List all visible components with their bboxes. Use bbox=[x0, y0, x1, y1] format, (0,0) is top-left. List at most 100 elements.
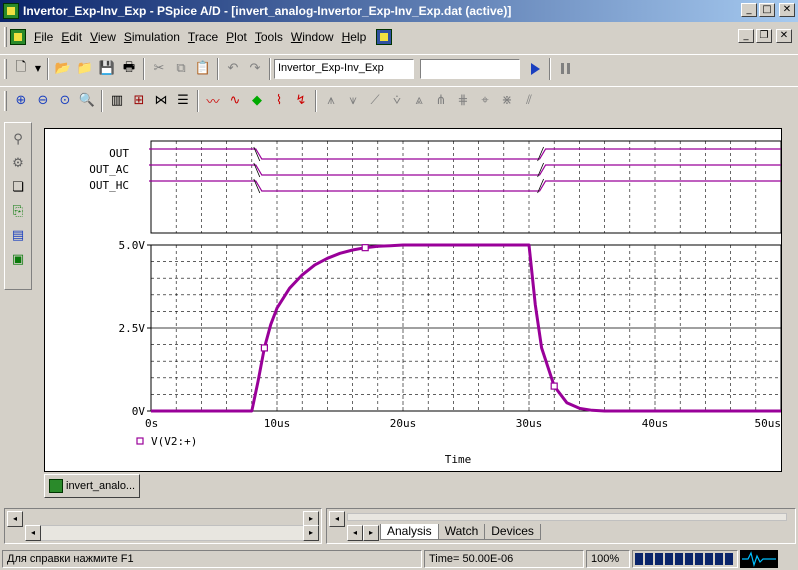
copy-icon[interactable]: ⧉ bbox=[170, 58, 192, 80]
separator bbox=[101, 89, 103, 112]
add-trace-icon[interactable]: 〰 bbox=[202, 90, 224, 112]
menu-grip[interactable] bbox=[4, 27, 7, 47]
separator bbox=[217, 57, 219, 80]
tab-devices[interactable]: Devices bbox=[484, 524, 541, 540]
cursor-max-icon[interactable]: ⩓ bbox=[408, 90, 430, 112]
mdi-minimize-button[interactable]: _ bbox=[738, 29, 754, 43]
pin-icon[interactable]: ⚲ bbox=[8, 129, 28, 149]
print-icon[interactable]: 🖶 bbox=[118, 58, 140, 80]
performance-analysis-icon[interactable]: ⋈ bbox=[150, 90, 172, 112]
redo-icon[interactable]: ↷ bbox=[244, 58, 266, 80]
tab-scroll-next-icon[interactable]: ▸ bbox=[363, 525, 379, 541]
oscilloscope-icon bbox=[740, 550, 778, 568]
view-waveform-icon[interactable]: ▣ bbox=[8, 249, 28, 269]
cursor-trough-icon[interactable]: ⩛ bbox=[342, 90, 364, 112]
x-tick-label: 20us bbox=[390, 417, 417, 430]
window-controls: _ □ ✕ bbox=[741, 3, 795, 17]
separator bbox=[47, 57, 49, 80]
secondary-combo[interactable] bbox=[420, 58, 520, 79]
view-output-icon[interactable]: ▤ bbox=[8, 225, 28, 245]
undo-icon[interactable]: ↶ bbox=[222, 58, 244, 80]
menu-view[interactable]: View bbox=[86, 30, 120, 44]
cursor-slope-icon[interactable]: ⟋ bbox=[364, 90, 386, 112]
fourier-icon[interactable]: ⊞ bbox=[128, 90, 150, 112]
toolbar-grip[interactable] bbox=[4, 58, 7, 79]
rgb-color-icon[interactable]: ◆ bbox=[246, 90, 268, 112]
eval-measurement-icon[interactable]: ∿ bbox=[224, 90, 246, 112]
log-x-axis-icon[interactable]: ▥ bbox=[106, 90, 128, 112]
legend-label: V(V2:+) bbox=[151, 435, 197, 448]
zoom-area-icon[interactable]: ⊙ bbox=[54, 90, 76, 112]
mdi-restore-button[interactable]: ❐ bbox=[756, 29, 772, 43]
scroll-right-icon[interactable]: ▸ bbox=[303, 525, 319, 541]
mark-label-icon[interactable]: ⫽ bbox=[518, 90, 540, 112]
menu-edit[interactable]: Edit bbox=[57, 30, 86, 44]
probe-plot-window[interactable]: OUT OUT_AC OUT_HC 0V 2.5V 5.0V 0s 10us 20us 30us 4… bbox=[44, 128, 782, 472]
log-y-axis-icon[interactable]: ☰ bbox=[172, 90, 194, 112]
new-dropdown-chevron-icon[interactable]: ▼ bbox=[32, 58, 44, 80]
menu-trace[interactable]: Trace bbox=[184, 30, 222, 44]
document-tab-icon bbox=[49, 479, 63, 493]
trace-marker-icon[interactable]: ⌇ bbox=[268, 90, 290, 112]
menu-help[interactable]: Help bbox=[338, 30, 371, 44]
document-system-icon[interactable] bbox=[10, 29, 26, 45]
cut-icon[interactable]: ✂ bbox=[148, 58, 170, 80]
cursor-toggle-icon[interactable]: ↯ bbox=[290, 90, 312, 112]
zoom-out-icon[interactable]: ⊖ bbox=[32, 90, 54, 112]
document-tab[interactable]: invert_analo... bbox=[44, 474, 140, 498]
menu-simulation[interactable]: Simulation bbox=[120, 30, 184, 44]
cursor-prev-transition-icon[interactable]: ⋇ bbox=[496, 90, 518, 112]
toggle-probe-icon[interactable]: ⎘ bbox=[8, 201, 28, 221]
status-pane-collapse-icon[interactable]: ◂ bbox=[329, 511, 345, 527]
y-tick-label: 2.5V bbox=[119, 322, 146, 335]
menu-window[interactable]: Window bbox=[287, 30, 338, 44]
menu-file[interactable]: File bbox=[30, 30, 57, 44]
standard-toolbar: 🗋 ▼ 📂 📁 💾 🖶 ✂ ⧉ 📋 ↶ ↷ Invertor_Exp-Inv_E… bbox=[0, 54, 798, 82]
trace-marker bbox=[550, 382, 558, 390]
toolbar-grip[interactable] bbox=[4, 90, 7, 111]
simulation-settings-icon[interactable]: ⚙ bbox=[8, 153, 28, 173]
paste-icon[interactable]: 📋 bbox=[192, 58, 214, 80]
output-pane-scrollbar[interactable] bbox=[25, 525, 319, 541]
mdi-close-button[interactable]: ✕ bbox=[776, 29, 792, 43]
pause-simulation-icon[interactable] bbox=[554, 58, 576, 80]
separator bbox=[549, 57, 551, 80]
save-icon[interactable]: 💾 bbox=[96, 58, 118, 80]
open-icon[interactable]: 📂 bbox=[52, 58, 74, 80]
tab-scroll-first-icon[interactable]: ◂ bbox=[347, 525, 363, 541]
minimize-button[interactable]: _ bbox=[741, 3, 757, 17]
new-icon[interactable]: 🗋 bbox=[10, 58, 32, 80]
output-pane: ◂ ▸ ◂ ▸ bbox=[4, 508, 322, 544]
status-pane-scrollbar[interactable] bbox=[347, 513, 787, 521]
zoom-in-icon[interactable]: ⊕ bbox=[10, 90, 32, 112]
digital-signal-label: OUT_HC bbox=[89, 179, 129, 192]
cursor-peak-icon[interactable]: ⩚ bbox=[320, 90, 342, 112]
x-tick-label: 0s bbox=[145, 417, 158, 430]
tab-analysis[interactable]: Analysis bbox=[380, 524, 439, 540]
separator bbox=[143, 57, 145, 80]
maximize-button[interactable]: □ bbox=[759, 3, 775, 17]
menu-plot[interactable]: Plot bbox=[222, 30, 251, 44]
pspice-app-icon[interactable] bbox=[3, 3, 19, 19]
separator bbox=[315, 89, 317, 112]
status-bar: Для справки нажмите F1 Time= 50.00E-06 1… bbox=[0, 548, 798, 570]
scroll-left-icon[interactable]: ◂ bbox=[25, 525, 41, 541]
legend-marker bbox=[136, 437, 144, 445]
simulation-profile-select[interactable]: Invertor_Exp-Inv_Exp bbox=[274, 58, 414, 79]
cursor-search-icon[interactable]: ⋕ bbox=[452, 90, 474, 112]
run-simulation-icon[interactable] bbox=[524, 58, 546, 80]
copy-window-icon[interactable]: ❏ bbox=[8, 177, 28, 197]
output-pane-collapse-icon[interactable]: ◂ bbox=[7, 511, 23, 527]
tab-watch[interactable]: Watch bbox=[437, 524, 486, 540]
open-recent-icon[interactable]: 📁 bbox=[74, 58, 96, 80]
close-button[interactable]: ✕ bbox=[779, 3, 795, 17]
cursor-point-icon[interactable]: ⋔ bbox=[430, 90, 452, 112]
cursor-next-transition-icon[interactable]: ⌖ bbox=[474, 90, 496, 112]
zoom-fit-icon[interactable]: 🔍 bbox=[76, 90, 98, 112]
menu-tools[interactable]: Tools bbox=[251, 30, 287, 44]
x-tick-label: 50us bbox=[755, 417, 782, 430]
waveform-plot[interactable]: OUT OUT_AC OUT_HC 0V 2.5V 5.0V 0s 10us 20us 30us 4… bbox=[45, 129, 783, 473]
help-context-icon[interactable] bbox=[376, 29, 393, 45]
cursor-min-icon[interactable]: ⩒ bbox=[386, 90, 408, 112]
digital-plot-frame bbox=[150, 140, 782, 234]
